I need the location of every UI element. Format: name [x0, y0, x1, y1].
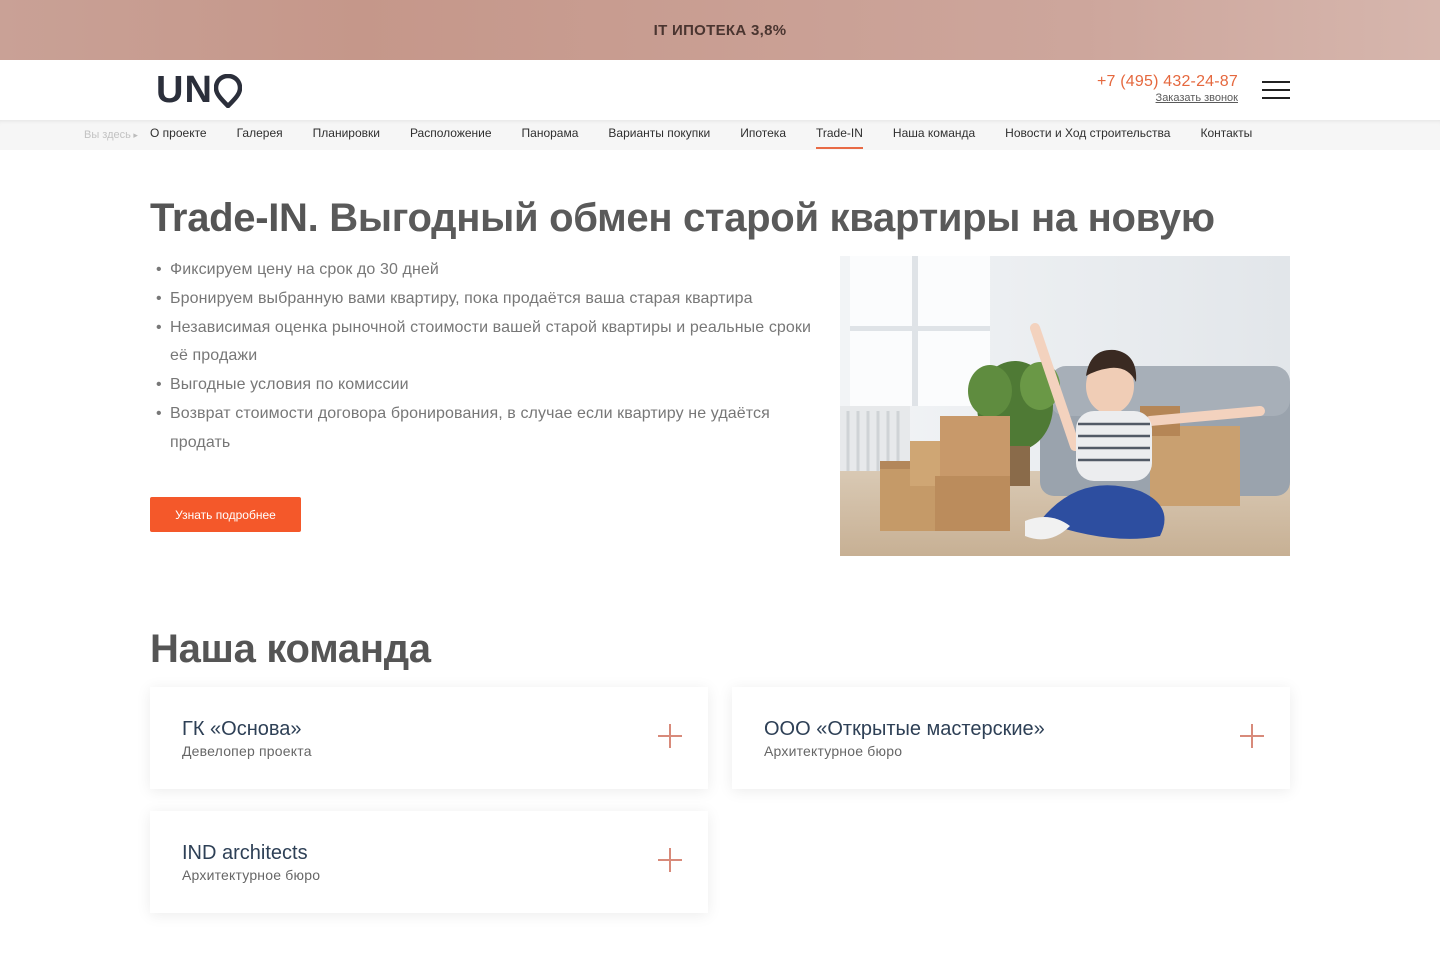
plus-icon[interactable] [1240, 724, 1264, 748]
page-title: Trade-IN. Выгодный обмен старой квартиры… [150, 196, 1215, 241]
nav-item[interactable]: Расположение [410, 120, 492, 150]
callback-link[interactable]: Заказать звонок [1097, 92, 1238, 104]
site-header: UN +7 (495) 432-24-87 Заказать звонок [0, 60, 1440, 120]
team-card-role: Девелопер проекта [182, 743, 312, 759]
nav-item[interactable]: Trade-IN [816, 120, 863, 150]
hero-photo [840, 256, 1290, 556]
nav-item[interactable]: Галерея [237, 120, 283, 150]
moving-boxes-illustration [840, 256, 1290, 556]
nav-item[interactable]: Контакты [1200, 120, 1252, 150]
team-card-role: Архитектурное бюро [764, 743, 903, 759]
benefit-item: Возврат стоимости договора бронирования,… [156, 400, 816, 458]
benefit-item: Фиксируем цену на срок до 30 дней [156, 256, 816, 285]
benefits-list: Фиксируем цену на срок до 30 днейБрониру… [156, 256, 816, 458]
logo[interactable]: UN [156, 69, 242, 111]
team-card-name: IND architects [182, 842, 308, 864]
section-nav: Вы здесь О проекте Галерея Планировки Распо… [0, 120, 1440, 150]
team-card-role: Архитектурное бюро [182, 867, 321, 883]
contact-block: +7 (495) 432-24-87 Заказать звонок [1097, 73, 1238, 104]
promo-banner[interactable]: IT ИПОТЕКА 3,8% [0, 0, 1440, 60]
plus-icon[interactable] [658, 848, 682, 872]
benefit-item: Независимая оценка рыночной стоимости ва… [156, 314, 816, 372]
benefit-item: Бронируем выбранную вами квартиру, пока … [156, 285, 816, 314]
title-rest: . Выгодный обмен старой квартиры на нову… [307, 196, 1215, 240]
promo-text: IT ИПОТЕКА 3,8% [653, 21, 787, 39]
nav-item[interactable]: Ипотека [740, 120, 786, 150]
phone-link[interactable]: +7 (495) 432-24-87 [1097, 73, 1238, 91]
logo-text: UN [156, 69, 213, 111]
nav-item[interactable]: Новости и Ход строительства [1005, 120, 1170, 150]
nav-item[interactable]: О проекте [150, 120, 207, 150]
team-card-name: ГК «Основа» [182, 718, 302, 740]
team-section-title: Наша команда [150, 627, 431, 671]
learn-more-button[interactable]: Узнать подробнее [150, 497, 301, 532]
plus-icon[interactable] [658, 724, 682, 748]
nav-item[interactable]: Наша команда [893, 120, 975, 150]
menu-icon[interactable] [1262, 81, 1290, 99]
team-card-osnova[interactable]: ГК «Основа» Девелопер проекта [150, 687, 708, 789]
team-card-name: ООО «Открытые мастерские» [764, 718, 1045, 740]
nav-item[interactable]: Панорама [522, 120, 579, 150]
nav-items: О проекте Галерея Планировки Расположение Па… [150, 120, 1282, 150]
title-bold: Trade-IN [150, 196, 308, 240]
team-card-open-workshops[interactable]: ООО «Открытые мастерские» Архитектурное … [732, 687, 1290, 789]
nav-item[interactable]: Варианты покупки [608, 120, 710, 150]
breadcrumb-label: Вы здесь [84, 129, 138, 141]
nav-item[interactable]: Планировки [313, 120, 380, 150]
benefit-item: Выгодные условия по комиссии [156, 371, 816, 400]
team-card-ind-architects[interactable]: IND architects Архитектурное бюро [150, 811, 708, 913]
location-pin-icon [213, 74, 242, 108]
